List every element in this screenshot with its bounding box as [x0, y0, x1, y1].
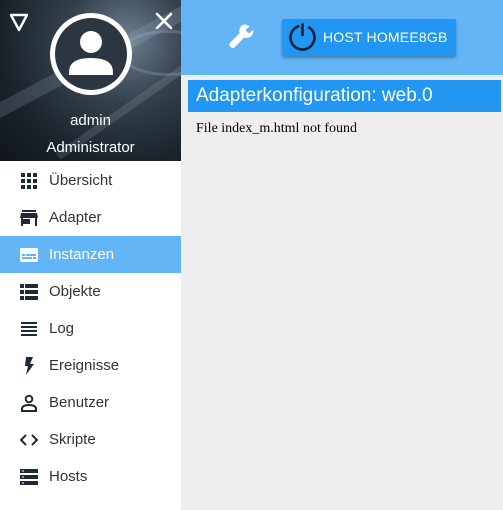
host-button[interactable]: HOST HOMEE8GB: [282, 19, 456, 56]
apps-grid-icon: [21, 173, 37, 189]
top-toolbar: HOST HOMEE8GB: [181, 0, 503, 75]
wrench-icon[interactable]: [228, 23, 254, 49]
sidebar-item-log[interactable]: Log: [0, 310, 181, 347]
person-avatar-icon: [55, 18, 127, 90]
page-title: Adapterkonfiguration: web.0: [188, 80, 501, 112]
sidebar: admin Administrator Übersicht Adapter In…: [0, 0, 181, 510]
sidebar-item-skripte[interactable]: Skripte: [0, 421, 181, 458]
storage-icon: [20, 469, 38, 485]
avatar[interactable]: [50, 13, 132, 95]
host-label: HOST HOMEE8GB: [323, 29, 448, 45]
sidebar-nav: Übersicht Adapter Instanzen Objekte Log …: [0, 162, 181, 495]
store-icon: [20, 210, 38, 226]
sidebar-item-ereignisse[interactable]: Ereignisse: [0, 347, 181, 384]
sidebar-item-label: Adapter: [49, 209, 102, 226]
sidebar-item-label: Ereignisse: [49, 357, 120, 374]
subtitles-icon: [20, 248, 38, 262]
sidebar-item-hosts[interactable]: Hosts: [0, 458, 181, 495]
error-message: File index_m.html not found: [196, 121, 357, 136]
power-icon: [289, 23, 316, 51]
sidebar-item-instanzen[interactable]: Instanzen: [0, 236, 181, 273]
sidebar-item-uebersicht[interactable]: Übersicht: [0, 162, 181, 199]
username: admin: [70, 112, 111, 129]
close-icon[interactable]: [154, 11, 174, 31]
page-title-text: Adapterkonfiguration: web.0: [196, 85, 433, 106]
user-role: Administrator: [46, 139, 135, 156]
user-panel: admin Administrator: [0, 0, 181, 161]
sidebar-item-label: Übersicht: [49, 172, 113, 189]
sidebar-item-label: Benutzer: [49, 394, 110, 411]
person-icon: [21, 394, 37, 412]
triangle-logo-icon[interactable]: [9, 12, 29, 32]
code-icon: [20, 434, 38, 446]
sidebar-item-label: Hosts: [49, 468, 88, 485]
sidebar-item-label: Objekte: [49, 283, 101, 300]
sidebar-item-objekte[interactable]: Objekte: [0, 273, 181, 310]
sidebar-item-label: Skripte: [49, 431, 96, 448]
sidebar-item-benutzer[interactable]: Benutzer: [0, 384, 181, 421]
lines-icon: [21, 322, 37, 336]
flash-icon: [25, 357, 34, 375]
sidebar-item-label: Log: [49, 320, 75, 337]
sidebar-item-adapter[interactable]: Adapter: [0, 199, 181, 236]
sidebar-item-label: Instanzen: [49, 246, 115, 263]
list-icon: [20, 284, 38, 300]
